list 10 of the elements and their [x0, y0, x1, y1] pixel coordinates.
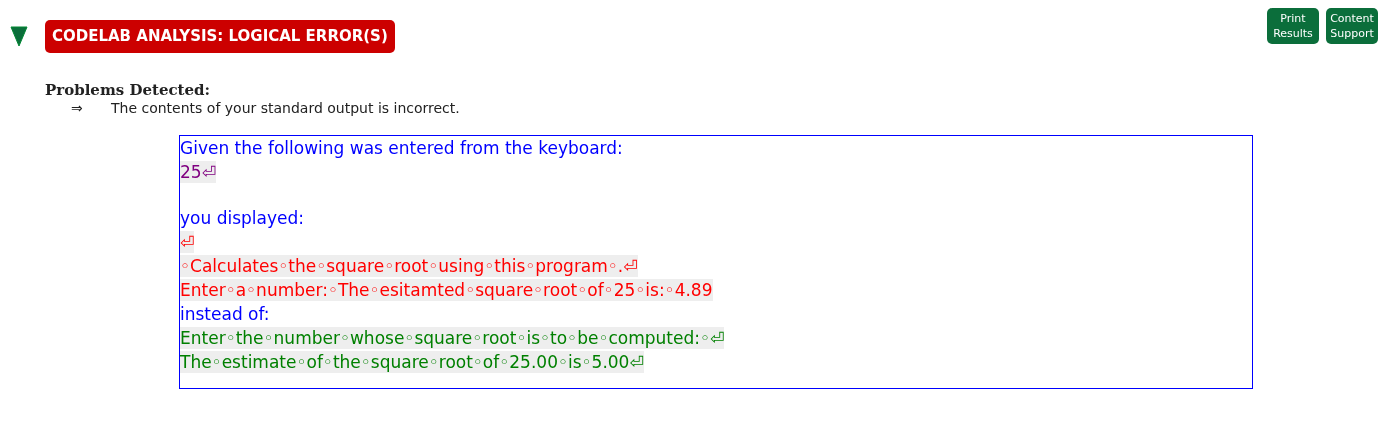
- problems-heading: Problems Detected:: [45, 80, 212, 99]
- collapse-triangle-icon[interactable]: [10, 25, 28, 48]
- output-label: instead of:: [180, 302, 270, 325]
- arrow-bullet: ⇒: [71, 98, 84, 117]
- output-label: you displayed:: [180, 206, 304, 229]
- analysis-title-banner: CODELAB ANALYSIS: LOGICAL ERROR(S): [45, 20, 395, 53]
- problem-text: The contents of your standard output is incorrect.: [111, 98, 460, 117]
- action-button[interactable]: Print Results: [1267, 8, 1319, 44]
- action-button[interactable]: Content Support: [1326, 8, 1378, 44]
- output-label: Given the following was entered from the keyboard:: [180, 136, 623, 159]
